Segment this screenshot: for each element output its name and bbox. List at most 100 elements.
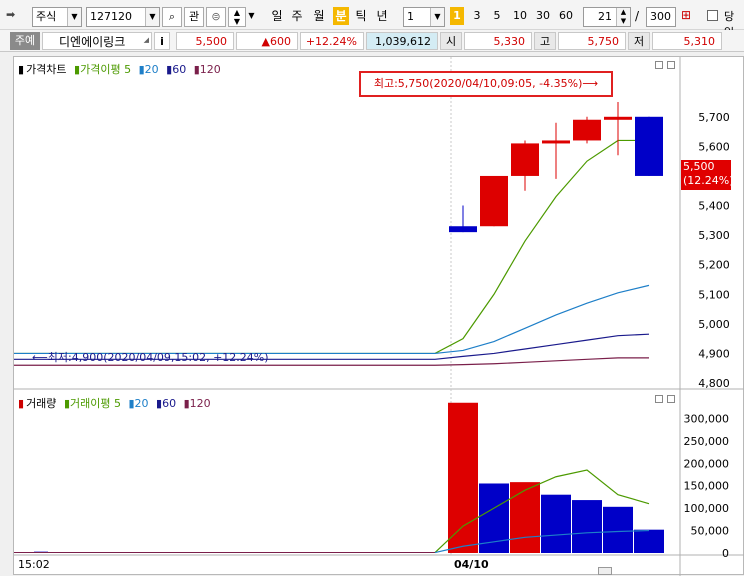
minute-1[interactable]: 1 — [450, 7, 464, 25]
minute-30[interactable]: 30 — [533, 7, 553, 25]
display-count-input[interactable]: 21 ▲ ▼ — [583, 7, 631, 27]
minute-60[interactable]: 60 — [556, 7, 576, 25]
stock-name: 디엔에이링크 — [59, 35, 126, 49]
price-tick-label: 5,200 — [698, 259, 730, 272]
market-type-select[interactable]: 주식 ▼ — [32, 7, 82, 27]
volume-bar — [479, 483, 509, 553]
current-rate-tag-value: (12.24%) — [683, 174, 734, 187]
candle-body — [573, 119, 601, 141]
watch-label: 관 — [188, 10, 200, 23]
search-icon: ⌕ — [168, 10, 176, 23]
corner-triangle-icon: ◢ — [143, 36, 149, 44]
chart-container: ▮ 가격차트 ▮가격이평 5 ▮20 ▮60 ▮120 ▮ 거래량 ▮거래이평 5 … — [13, 56, 744, 576]
price-tick-label: 5,300 — [698, 229, 730, 242]
price-tick-label: 5,000 — [698, 318, 730, 331]
link-arrow-icon[interactable]: ➡ — [6, 8, 15, 21]
stock-code-value: 127120 — [90, 10, 132, 23]
price-tick-label: 5,100 — [698, 288, 730, 301]
price-volume-chart[interactable]: 5,700 5,600 5,500 5,400 5,300 5,200 5,100 5,000… — [14, 57, 744, 576]
chevron-down-icon[interactable]: ▼ — [234, 17, 240, 26]
search-button[interactable]: ⌕ — [162, 7, 182, 27]
chevron-down-icon[interactable]: ▼ — [145, 8, 159, 26]
volume-tick-label: 200,000 — [684, 457, 730, 470]
watch-button[interactable]: 관 — [184, 7, 204, 27]
stock-name-field[interactable]: 디엔에이링크 ◢ — [42, 32, 152, 50]
low-label: 저 — [628, 32, 650, 50]
tab-year[interactable]: 년 — [374, 7, 390, 25]
volume-tick-label: 100,000 — [684, 502, 730, 515]
count-separator: / — [635, 9, 640, 23]
volume-bar — [603, 506, 633, 553]
volume-bar — [541, 494, 571, 553]
display-count-value: 21 — [598, 10, 612, 23]
candle-body — [449, 226, 477, 233]
open-value: 5,330 — [464, 32, 532, 50]
high-value: 5,750 — [558, 32, 626, 50]
tab-day[interactable]: 일 — [269, 7, 285, 25]
price-tick-label: 4,900 — [698, 347, 730, 360]
exchange-tab[interactable]: 주예 — [10, 32, 40, 50]
price-ma-line-20 — [14, 284, 650, 355]
change-rate: +12.24% — [300, 32, 364, 50]
sync-button[interactable]: ⊜ — [206, 7, 226, 27]
volume-bar — [510, 482, 540, 553]
price-tick-label: 5,700 — [698, 111, 730, 124]
total-count-input[interactable]: 300 — [646, 7, 676, 27]
high-annotation: 최고:5,750(2020/04/10,09:05, -4.35%)⟶ — [359, 71, 613, 97]
volume-bar — [572, 500, 602, 553]
volume-bar — [448, 402, 478, 553]
x-label-date: 04/10 — [454, 558, 489, 571]
market-type-value: 주식 — [36, 10, 57, 23]
spinner-icon[interactable]: ▲ ▼ — [616, 8, 630, 26]
candle-body — [635, 116, 663, 176]
current-price-tag-value: 5,500 — [683, 160, 715, 173]
tab-week[interactable]: 주 — [289, 7, 305, 25]
current-price-tag: 5,500 (12.24%) — [681, 160, 734, 190]
low-annotation: ⟵최저:4,900(2020/04/09,15:02, +12.24%) — [32, 349, 269, 365]
volume-tick-label: 250,000 — [684, 435, 730, 448]
price-tick-label: 5,600 — [698, 140, 730, 153]
candle-body — [604, 116, 632, 120]
price-tick-label: 5,400 — [698, 200, 730, 213]
chevron-up-icon[interactable]: ▲ — [234, 8, 240, 17]
low-value: 5,310 — [652, 32, 722, 50]
volume-tick-label: 0 — [722, 547, 729, 560]
stepper-dropdown[interactable]: ▼ — [246, 7, 257, 27]
tab-minute[interactable]: 분 — [333, 7, 349, 25]
candle-body — [542, 140, 570, 144]
chevron-down-icon[interactable]: ▼ — [67, 8, 81, 26]
minute-5[interactable]: 5 — [490, 7, 504, 25]
stock-code-input[interactable]: 127120 ▼ — [86, 7, 160, 27]
candle-body — [480, 175, 508, 227]
sync-icon: ⊜ — [211, 10, 221, 23]
price-ma-line-5 — [14, 139, 649, 355]
period-count-value: 1 — [407, 10, 414, 23]
volume-value: 1,039,612 — [366, 32, 438, 50]
low-annotation-text: ⟵최저:4,900(2020/04/09,15:02, +12.24%) — [32, 351, 269, 364]
main-toolbar: ➡ 주식 ▼ 127120 ▼ ⌕ 관 ⊜ ▲ ▼ ▼ 일 주 월 분 틱 년 1… — [0, 0, 744, 39]
high-annotation-text: 최고:5,750(2020/04/10,09:05, -4.35%)⟶ — [373, 77, 599, 90]
minute-3[interactable]: 3 — [470, 7, 484, 25]
scroll-handle[interactable] — [598, 567, 612, 575]
tab-month[interactable]: 월 — [311, 7, 327, 25]
candle-body — [511, 143, 539, 176]
info-button[interactable]: i — [154, 32, 170, 50]
high-label: 고 — [534, 32, 556, 50]
volume-tick-label: 150,000 — [684, 480, 730, 493]
volume-tick-label: 50,000 — [691, 525, 730, 538]
price-tick-label: 4,800 — [698, 377, 730, 390]
total-count-value: 300 — [650, 10, 671, 23]
tab-tick[interactable]: 틱 — [353, 7, 369, 25]
settings-grid-icon[interactable]: ⊞ — [681, 8, 691, 22]
chevron-down-icon[interactable]: ▼ — [430, 8, 444, 26]
period-count-select[interactable]: 1 ▼ — [403, 7, 445, 27]
x-label-start: 15:02 — [18, 558, 50, 571]
volume-bar — [634, 529, 664, 553]
current-price: 5,500 — [176, 32, 234, 50]
open-label: 시 — [440, 32, 462, 50]
quote-bar: 주예 디엔에이링크 ◢ i 5,500 ▲600 +12.24% 1,039,6… — [0, 30, 744, 52]
updown-stepper[interactable]: ▲ ▼ — [228, 7, 246, 27]
price-change: ▲600 — [236, 32, 298, 50]
minute-10[interactable]: 10 — [510, 7, 530, 25]
today-checkbox[interactable] — [707, 10, 718, 21]
